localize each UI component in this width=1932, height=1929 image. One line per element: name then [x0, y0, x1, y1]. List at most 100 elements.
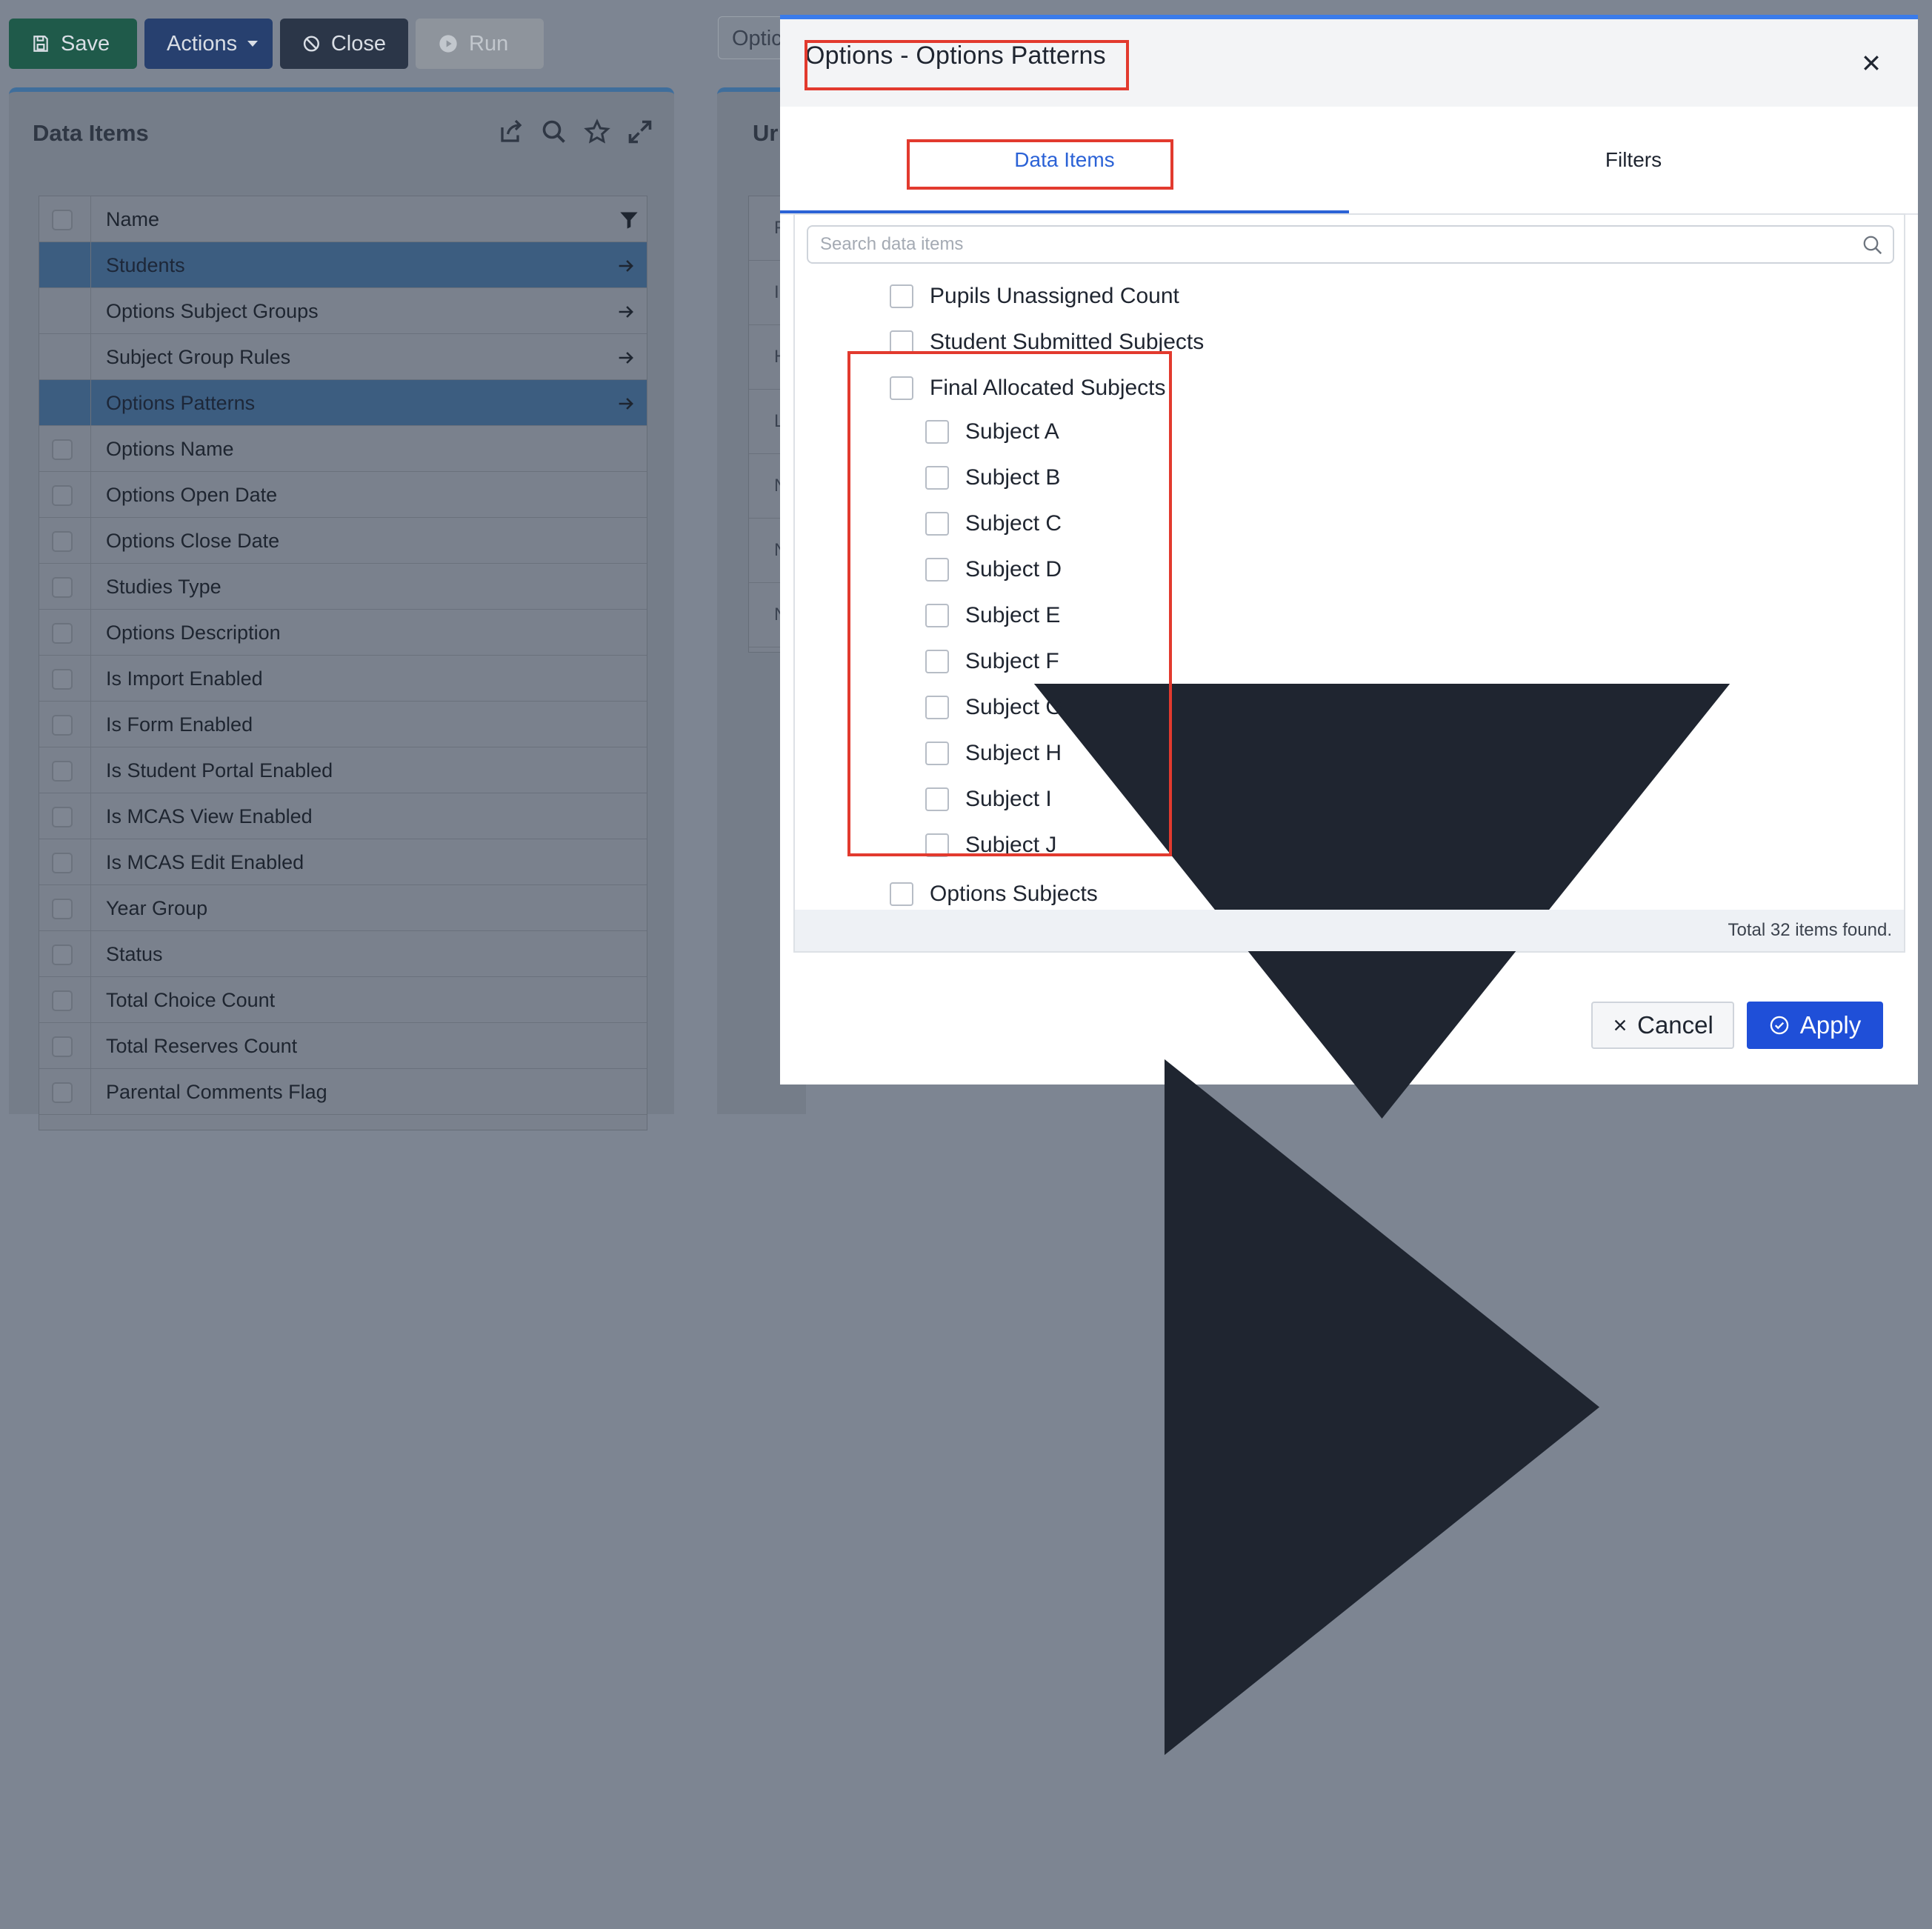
row-checkbox[interactable] — [52, 577, 73, 598]
row-label: Subject Group Rules — [106, 346, 291, 368]
table-row[interactable]: Is Import Enabled — [39, 656, 647, 702]
row-checkbox[interactable] — [52, 485, 73, 506]
row-checkbox-cell — [39, 426, 91, 471]
block-icon — [303, 36, 319, 52]
row-label: Options Patterns — [106, 392, 256, 414]
tree-checkbox[interactable] — [890, 284, 913, 308]
table-row[interactable]: Total Reserves Count — [39, 1023, 647, 1069]
select-all-checkbox[interactable] — [52, 210, 73, 230]
data-items-grid: Name Students Options Subject Groups Subje… — [39, 196, 647, 1130]
row-checkbox-cell — [39, 518, 91, 563]
actions-button-label: Actions — [167, 31, 238, 56]
row-checkbox-cell — [39, 702, 91, 747]
table-row[interactable]: Is Form Enabled — [39, 702, 647, 747]
table-row[interactable]: Options Name — [39, 426, 647, 472]
table-row[interactable]: Studies Type — [39, 564, 647, 610]
save-icon — [33, 36, 48, 52]
grid-header: Name — [39, 196, 647, 242]
row-label: Options Close Date — [106, 530, 280, 552]
row-checkbox-cell — [39, 747, 91, 793]
data-items-panel: Data Items Name Students Options Subject … — [9, 87, 674, 1130]
row-checkbox-cell — [39, 793, 91, 839]
actions-button[interactable]: Actions — [144, 19, 273, 69]
row-checkbox[interactable] — [52, 990, 73, 1011]
row-label: Total Reserves Count — [106, 1035, 298, 1057]
arrow-right-icon[interactable] — [616, 256, 636, 276]
filter-icon[interactable] — [619, 210, 639, 230]
row-checkbox-cell — [39, 242, 91, 287]
table-row[interactable]: Options Close Date — [39, 518, 647, 564]
row-label: Options Open Date — [106, 484, 278, 506]
row-checkbox-cell — [39, 1069, 91, 1114]
row-checkbox[interactable] — [52, 1036, 73, 1057]
row-checkbox[interactable] — [52, 715, 73, 736]
row-checkbox[interactable] — [52, 853, 73, 873]
row-checkbox-cell — [39, 1023, 91, 1068]
row-checkbox[interactable] — [52, 807, 73, 827]
row-checkbox-cell — [39, 472, 91, 517]
arrow-right-icon[interactable] — [616, 301, 636, 322]
row-checkbox-cell — [39, 380, 91, 425]
run-button[interactable]: Run — [416, 19, 544, 69]
row-checkbox-cell — [39, 656, 91, 701]
table-row[interactable]: Options Subject Groups — [39, 288, 647, 334]
table-row[interactable]: Options Description — [39, 610, 647, 656]
table-row[interactable]: Options Patterns — [39, 380, 647, 426]
table-row[interactable]: Parental Comments Flag — [39, 1069, 647, 1115]
table-row[interactable]: Students — [39, 242, 647, 288]
apply-button[interactable]: Apply — [1747, 1002, 1883, 1049]
arrow-right-icon[interactable] — [616, 393, 636, 414]
item-count-text: Total 32 items found. — [1728, 920, 1892, 940]
title-highlight-box — [805, 40, 1129, 90]
row-checkbox-cell — [39, 977, 91, 1022]
save-button[interactable]: Save — [9, 19, 137, 69]
arrow-right-icon[interactable] — [616, 347, 636, 368]
row-checkbox[interactable] — [52, 899, 73, 919]
table-row[interactable]: Total Choice Count — [39, 977, 647, 1023]
close-button-label: Close — [330, 31, 386, 56]
tree-footer: Total 32 items found. — [795, 910, 1904, 951]
toolbar-search-input[interactable]: Optic — [718, 16, 785, 59]
table-row[interactable]: Is MCAS Edit Enabled — [39, 839, 647, 885]
row-label: Status — [106, 943, 163, 965]
close-button[interactable]: Close — [280, 19, 408, 69]
table-row[interactable]: Status — [39, 931, 647, 977]
search-placeholder: Search data items — [820, 234, 964, 254]
table-row[interactable]: Is Student Portal Enabled — [39, 747, 647, 793]
group-highlight-box — [847, 351, 1172, 856]
row-checkbox[interactable] — [52, 531, 73, 552]
row-checkbox-cell — [39, 839, 91, 884]
tree-item[interactable]: Pupils Unassigned Count — [890, 274, 1179, 319]
save-button-label: Save — [61, 31, 110, 56]
star-icon[interactable] — [584, 119, 610, 145]
row-checkbox-cell — [39, 334, 91, 379]
column-header-name: Name — [106, 208, 160, 230]
tab-highlight-box — [907, 139, 1173, 190]
table-row[interactable]: Subject Group Rules — [39, 334, 647, 380]
search-input[interactable]: Search data items — [807, 225, 1894, 264]
close-icon — [1614, 1019, 1626, 1031]
export-icon[interactable] — [498, 119, 524, 145]
cancel-button-label: Cancel — [1637, 1011, 1713, 1039]
row-checkbox[interactable] — [52, 669, 73, 690]
search-icon[interactable] — [541, 119, 567, 145]
tab-filters[interactable]: Filters — [1349, 107, 1918, 213]
table-row[interactable]: Is MCAS View Enabled — [39, 793, 647, 839]
apply-button-label: Apply — [1799, 1011, 1862, 1039]
row-checkbox[interactable] — [52, 761, 73, 782]
row-label: Students — [106, 254, 185, 276]
row-label: Total Choice Count — [106, 989, 276, 1011]
row-checkbox[interactable] — [52, 439, 73, 460]
row-label: Options Description — [106, 622, 281, 644]
row-checkbox[interactable] — [52, 944, 73, 965]
table-row[interactable]: Year Group — [39, 885, 647, 931]
expand-icon[interactable] — [627, 119, 653, 145]
row-checkbox[interactable] — [52, 623, 73, 644]
toolbar: Save Actions Close Run — [9, 19, 544, 69]
close-icon[interactable] — [1860, 52, 1882, 74]
table-row[interactable]: Options Open Date — [39, 472, 647, 518]
panel-toolbar — [498, 119, 653, 145]
cancel-button[interactable]: Cancel — [1591, 1002, 1734, 1049]
row-checkbox[interactable] — [52, 1082, 73, 1103]
panel-title: Data Items — [33, 120, 149, 146]
